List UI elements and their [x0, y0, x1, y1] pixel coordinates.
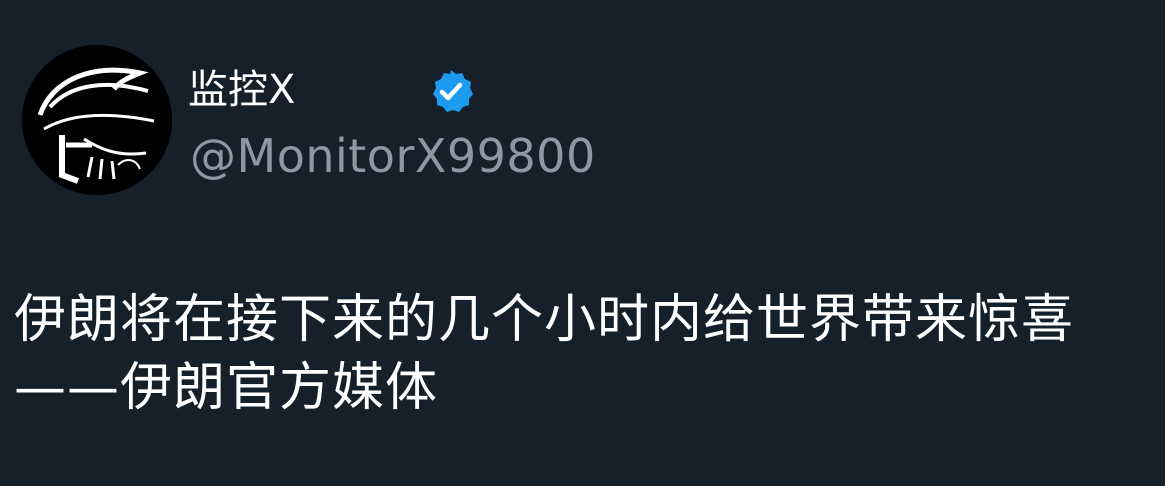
avatar-image [22, 45, 172, 195]
user-handle[interactable]: @MonitorX99800 [190, 128, 596, 184]
tweet-card: 监控X @MonitorX99800 伊朗将在接下来的几个小时内给世界带来惊喜—… [0, 0, 1165, 486]
avatar[interactable] [22, 45, 172, 195]
verified-badge-icon [428, 68, 474, 114]
tweet-text: 伊朗将在接下来的几个小时内给世界带来惊喜——伊朗官方媒体 [14, 290, 1075, 418]
display-name[interactable]: 监控X [188, 64, 295, 116]
display-name-row: 监控X [188, 64, 295, 116]
